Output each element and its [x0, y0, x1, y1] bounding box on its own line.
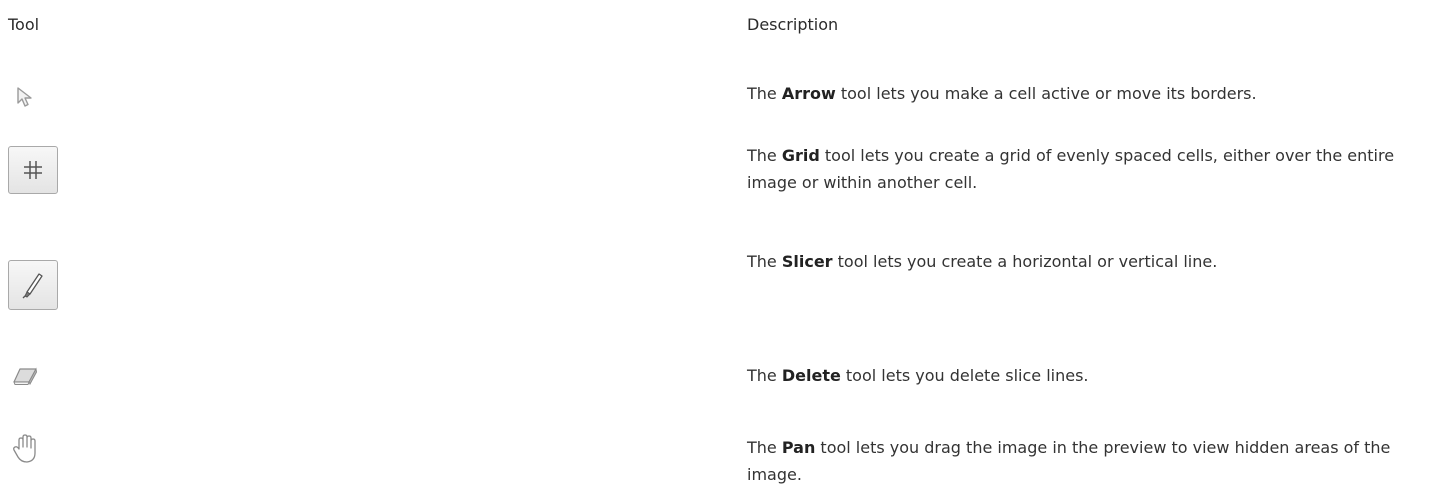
- description-prefix: The: [747, 438, 782, 457]
- description-prefix: The: [747, 252, 782, 271]
- description-text: tool lets you delete slice lines.: [840, 366, 1089, 385]
- column-header-tool: Tool: [8, 15, 40, 34]
- tool-name-delete: Delete: [781, 366, 841, 385]
- description-prefix: The: [747, 84, 782, 103]
- description-prefix: The: [747, 146, 782, 165]
- column-header-description: Description: [747, 15, 839, 34]
- description-text: tool lets you create a horizontal or ver…: [832, 252, 1218, 271]
- description-prefix: The: [747, 366, 782, 385]
- delete-icon: [8, 359, 42, 393]
- slicer-icon: [8, 260, 58, 310]
- tool-description-slicer: The Slicer tool lets you create a horizo…: [747, 248, 1427, 275]
- tool-description-arrow: The Arrow tool lets you make a cell acti…: [747, 80, 1427, 107]
- tool-description-grid: The Grid tool lets you create a grid of …: [747, 142, 1427, 196]
- tool-name-grid: Grid: [781, 146, 820, 165]
- tool-name-pan: Pan: [781, 438, 816, 457]
- tool-description-delete: The Delete tool lets you delete slice li…: [747, 362, 1427, 389]
- tool-name-slicer: Slicer: [781, 252, 833, 271]
- arrow-icon: [8, 80, 42, 114]
- description-text: tool lets you make a cell active or move…: [835, 84, 1257, 103]
- description-text: tool lets you drag the image in the prev…: [747, 438, 1391, 484]
- pan-icon: [8, 432, 42, 466]
- grid-icon: [8, 146, 58, 194]
- description-text: tool lets you create a grid of evenly sp…: [747, 146, 1395, 192]
- tool-name-arrow: Arrow: [781, 84, 836, 103]
- tool-description-pan: The Pan tool lets you drag the image in …: [747, 434, 1427, 488]
